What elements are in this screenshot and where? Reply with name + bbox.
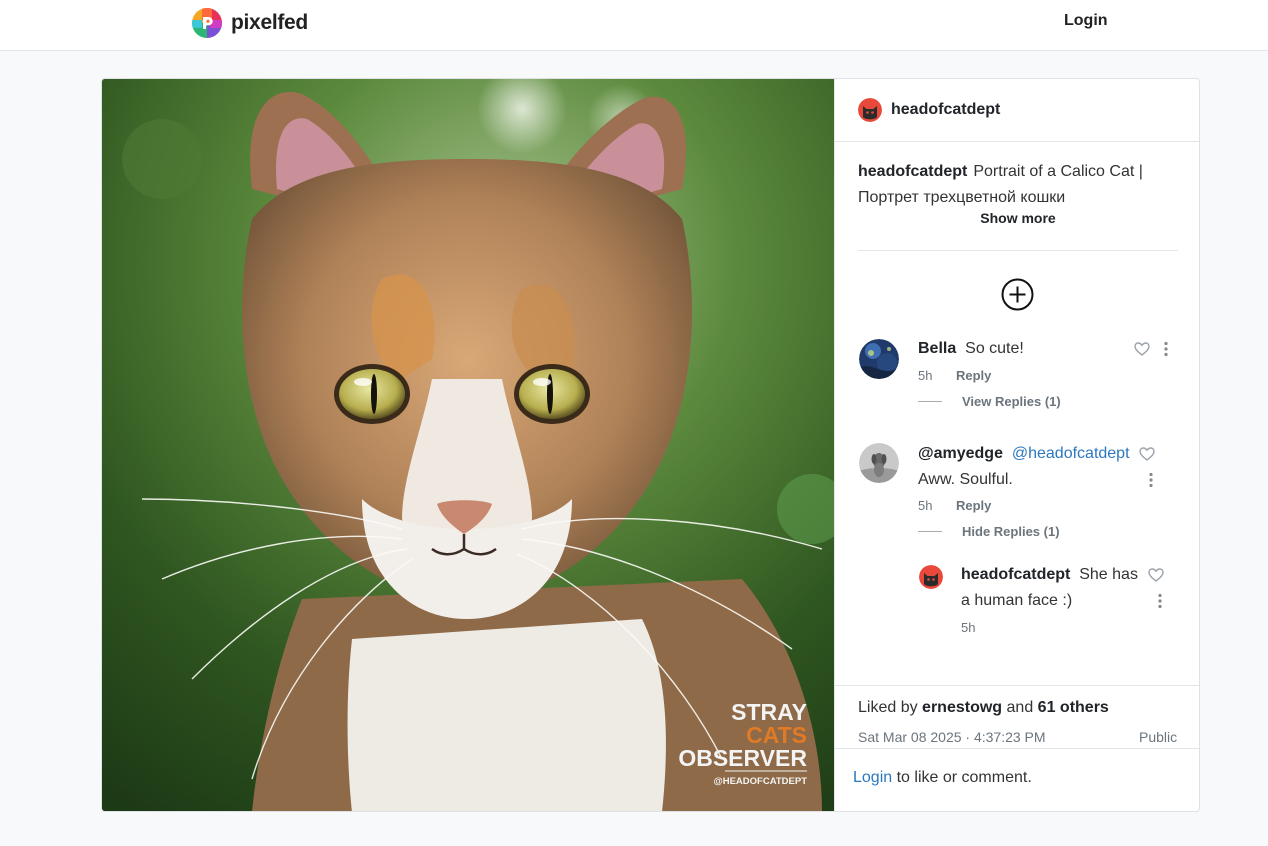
likes-others-link[interactable]: 61 others bbox=[1038, 699, 1109, 716]
likes-summary: Liked by ernestowg and 61 others bbox=[858, 699, 1109, 717]
cat-avatar-icon[interactable] bbox=[919, 565, 943, 589]
brand-link[interactable]: pixelfed bbox=[192, 8, 308, 38]
login-prompt: Login to like or comment. bbox=[835, 748, 1199, 811]
caption-divider bbox=[858, 250, 1178, 251]
post-caption: headofcatdept Portrait of a Calico Cat | … bbox=[858, 159, 1158, 211]
show-more-button[interactable]: Show more bbox=[835, 210, 1199, 226]
post-visibility: Public bbox=[1139, 729, 1178, 745]
comment-text: So cute! bbox=[965, 340, 1024, 357]
avatar[interactable] bbox=[859, 443, 899, 483]
login-prompt-text: to like or comment. bbox=[896, 769, 1032, 786]
heart-icon[interactable] bbox=[1148, 567, 1164, 583]
heart-icon[interactable] bbox=[1139, 446, 1155, 462]
heart-icon[interactable] bbox=[1134, 341, 1150, 357]
comment-time: 5h bbox=[918, 498, 933, 513]
comment-time: 5h bbox=[918, 368, 933, 383]
view-replies-button[interactable]: View Replies (1) bbox=[962, 394, 1061, 409]
likes-section: Liked by ernestowg and 61 others Sat Mar… bbox=[835, 685, 1199, 745]
more-vertical-icon[interactable] bbox=[1164, 341, 1168, 357]
reply-text-line2: a human face :) bbox=[961, 592, 1073, 609]
post-sidebar: headofcatdept headofcatdept Portrait of a… bbox=[834, 79, 1199, 811]
reply-button[interactable]: Reply bbox=[956, 498, 991, 513]
svg-text:OBSERVER: OBSERVER bbox=[678, 745, 807, 771]
thread-line bbox=[918, 401, 942, 402]
post-author-header: headofcatdept bbox=[835, 79, 1199, 142]
svg-text:@HEADOFCATDEPT: @HEADOFCATDEPT bbox=[713, 776, 807, 787]
post-photo[interactable]: STRAY CATS OBSERVER @HEADOFCATDEPT bbox=[102, 79, 834, 811]
caption-username[interactable]: headofcatdept bbox=[858, 163, 967, 180]
more-vertical-icon[interactable] bbox=[1158, 593, 1162, 609]
more-vertical-icon[interactable] bbox=[1149, 472, 1153, 488]
comment-mention-link[interactable]: @headofcatdept bbox=[1012, 445, 1130, 462]
thread-line bbox=[918, 531, 942, 532]
post-date[interactable]: Sat Mar 08 2025 · 4:37:23 PM bbox=[858, 729, 1046, 745]
liked-by-user[interactable]: ernestowg bbox=[922, 699, 1002, 716]
add-circle-icon[interactable] bbox=[1001, 278, 1034, 311]
reply-username[interactable]: headofcatdept bbox=[961, 566, 1070, 583]
brand-name: pixelfed bbox=[231, 11, 308, 34]
top-navbar: pixelfed Login bbox=[0, 0, 1268, 51]
avatar[interactable] bbox=[859, 339, 899, 379]
comment-text: Aww. Soulful. bbox=[918, 471, 1013, 488]
login-prompt-link[interactable]: Login bbox=[853, 769, 892, 786]
header-login-link[interactable]: Login bbox=[1064, 12, 1108, 30]
likes-and: and bbox=[1006, 699, 1034, 716]
calico-cat-image: STRAY CATS OBSERVER @HEADOFCATDEPT bbox=[102, 79, 834, 811]
post-card: STRAY CATS OBSERVER @HEADOFCATDEPT heado… bbox=[101, 78, 1200, 812]
hide-replies-button[interactable]: Hide Replies (1) bbox=[962, 524, 1060, 539]
post-author-name[interactable]: headofcatdept bbox=[891, 101, 1000, 119]
comment-username[interactable]: @amyedge bbox=[918, 445, 1003, 462]
pixelfed-logo-icon bbox=[192, 8, 222, 38]
likes-prefix: Liked by bbox=[858, 699, 918, 716]
reply-time: 5h bbox=[961, 620, 976, 635]
reply-button[interactable]: Reply bbox=[956, 368, 991, 383]
comment-username[interactable]: Bella bbox=[918, 340, 956, 357]
cat-avatar-icon[interactable] bbox=[858, 98, 882, 122]
reply-text-line1: She has bbox=[1079, 566, 1138, 583]
